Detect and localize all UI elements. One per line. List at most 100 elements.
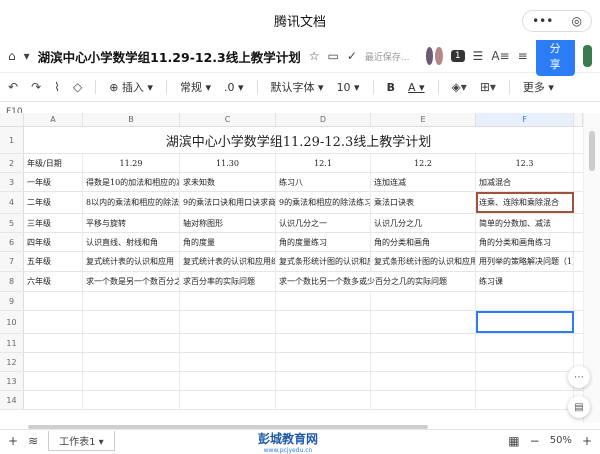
table-cell[interactable]: 求一个数是另一个数百分之几的 <box>83 272 180 291</box>
table-cell[interactable] <box>371 391 476 409</box>
table-cell[interactable]: 复式统计表的认识和应用 <box>83 252 180 271</box>
row-header[interactable]: 4 <box>0 192 24 213</box>
column-header-active[interactable]: F <box>476 113 574 126</box>
table-cell[interactable]: 练习课 <box>476 272 574 291</box>
table-cell[interactable] <box>24 311 83 333</box>
table-cell[interactable]: 四年级 <box>24 233 83 251</box>
table-cell[interactable]: 8以内的乘法和相应的除法练习 <box>83 192 180 213</box>
table-cell[interactable] <box>180 334 276 352</box>
table-cell[interactable] <box>276 391 371 409</box>
table-cell[interactable]: 年级/日期 <box>24 154 83 172</box>
user-avatar[interactable] <box>582 45 592 67</box>
table-cell[interactable] <box>24 353 83 371</box>
table-cell[interactable]: 认识几分之一 <box>276 214 371 232</box>
table-cell[interactable]: 求百分率的实际问题 <box>180 272 276 291</box>
collaborator-avatar[interactable] <box>435 47 443 65</box>
grid-view-icon[interactable]: ▦ <box>508 434 519 448</box>
table-cell[interactable] <box>476 372 574 390</box>
table-cell[interactable]: 认识直线、射线和角 <box>83 233 180 251</box>
table-cell[interactable]: 角的度量 <box>180 233 276 251</box>
table-cell[interactable]: 复式条形统计图的认识和应用练习 <box>371 252 476 271</box>
row-header[interactable]: 5 <box>0 214 24 232</box>
table-cell[interactable]: 复式统计表的认识和应用练习 <box>180 252 276 271</box>
table-cell[interactable] <box>476 391 574 409</box>
star-icon[interactable]: ☆ <box>309 49 320 63</box>
menu-icon[interactable]: ≡ <box>518 49 528 63</box>
table-cell[interactable]: 角的分类和画角练习 <box>476 233 574 251</box>
table-cell[interactable]: 五年级 <box>24 252 83 271</box>
table-cell[interactable] <box>180 372 276 390</box>
table-cell[interactable]: 12.2 <box>371 154 476 172</box>
table-cell[interactable]: 练习八 <box>276 173 371 191</box>
font-family-dropdown[interactable]: 默认字体 ▾ <box>271 79 324 95</box>
share-button[interactable]: 分享 <box>535 36 575 76</box>
table-cell[interactable]: 三年级 <box>24 214 83 232</box>
document-title[interactable]: 湖滨中心小学数学组11.29-12.3线上教学计划 <box>38 47 301 66</box>
add-sheet-icon[interactable]: + <box>8 434 18 448</box>
chevron-down-icon[interactable]: ▾ <box>24 49 30 63</box>
table-cell[interactable]: 加减混合 <box>476 173 574 191</box>
table-cell[interactable] <box>371 334 476 352</box>
table-cell[interactable]: 连加连减 <box>371 173 476 191</box>
collaborator-count[interactable]: 1 <box>450 50 465 62</box>
table-cell[interactable] <box>83 353 180 371</box>
table-cell-highlighted[interactable]: 连乘、连除和乘除混合 <box>476 192 574 213</box>
more-icon[interactable]: ••• <box>532 14 553 28</box>
table-cell[interactable] <box>180 391 276 409</box>
column-header[interactable]: E <box>371 113 476 126</box>
row-header[interactable]: 11 <box>0 334 24 352</box>
table-cell[interactable] <box>24 292 83 310</box>
row-header[interactable]: 3 <box>0 173 24 191</box>
table-cell[interactable]: 11.30 <box>180 154 276 172</box>
undo-icon[interactable]: ↶ <box>8 80 18 94</box>
table-cell[interactable] <box>180 311 276 333</box>
zoom-in-icon[interactable]: + <box>582 434 592 448</box>
select-all-corner[interactable] <box>0 113 24 126</box>
table-cell[interactable]: 一年级 <box>24 173 83 191</box>
font-color-button[interactable]: A ▾ <box>408 81 425 94</box>
table-cell[interactable] <box>371 372 476 390</box>
fill-color-icon[interactable]: ◈▾ <box>452 80 467 94</box>
close-icon[interactable]: ◎ <box>571 14 581 28</box>
table-cell[interactable]: 角的分类和画角 <box>371 233 476 251</box>
bold-button[interactable]: B <box>387 81 395 94</box>
table-cell[interactable] <box>24 372 83 390</box>
row-header[interactable]: 6 <box>0 233 24 251</box>
table-cell[interactable]: 12.1 <box>276 154 371 172</box>
table-cell[interactable]: 认识几分之几 <box>371 214 476 232</box>
active-cell[interactable] <box>476 311 574 333</box>
table-cell[interactable]: 9的乘法和相应的除法练习 <box>276 192 371 213</box>
folder-icon[interactable]: ▭ <box>328 49 339 63</box>
zoom-out-icon[interactable]: − <box>530 434 540 448</box>
table-cell[interactable] <box>276 311 371 333</box>
format-painter-icon[interactable]: ⌇ <box>54 80 60 94</box>
table-cell[interactable] <box>180 292 276 310</box>
row-header[interactable]: 2 <box>0 154 24 172</box>
more-button[interactable]: 更多 ▾ <box>523 79 554 95</box>
redo-icon[interactable]: ↷ <box>31 80 41 94</box>
table-cell[interactable] <box>276 292 371 310</box>
row-header[interactable]: 13 <box>0 372 24 390</box>
column-header[interactable]: A <box>24 113 83 126</box>
comment-icon[interactable]: ☰ <box>473 49 484 63</box>
table-cell[interactable]: 得数是10的加法和相应的减法 <box>83 173 180 191</box>
table-cell[interactable] <box>83 311 180 333</box>
table-cell[interactable]: 12.3 <box>476 154 574 172</box>
table-cell[interactable] <box>83 292 180 310</box>
table-cell[interactable]: 角的度量练习 <box>276 233 371 251</box>
row-header[interactable]: 9 <box>0 292 24 310</box>
table-cell[interactable]: 轴对称图形 <box>180 214 276 232</box>
row-header[interactable]: 12 <box>0 353 24 371</box>
collaborator-avatar[interactable] <box>425 47 434 65</box>
font-size-dropdown[interactable]: 10 ▾ <box>337 81 360 94</box>
table-cell[interactable]: 9的乘法口诀和用口诀求商 <box>180 192 276 213</box>
border-icon[interactable]: ⊞▾ <box>480 80 496 94</box>
table-cell[interactable]: 求未知数 <box>180 173 276 191</box>
table-cell[interactable] <box>83 391 180 409</box>
home-icon[interactable]: ⌂ <box>8 49 16 63</box>
table-cell[interactable] <box>24 334 83 352</box>
table-cell[interactable] <box>180 353 276 371</box>
table-cell[interactable]: 11.29 <box>83 154 180 172</box>
table-cell[interactable] <box>24 391 83 409</box>
table-cell[interactable] <box>476 292 574 310</box>
